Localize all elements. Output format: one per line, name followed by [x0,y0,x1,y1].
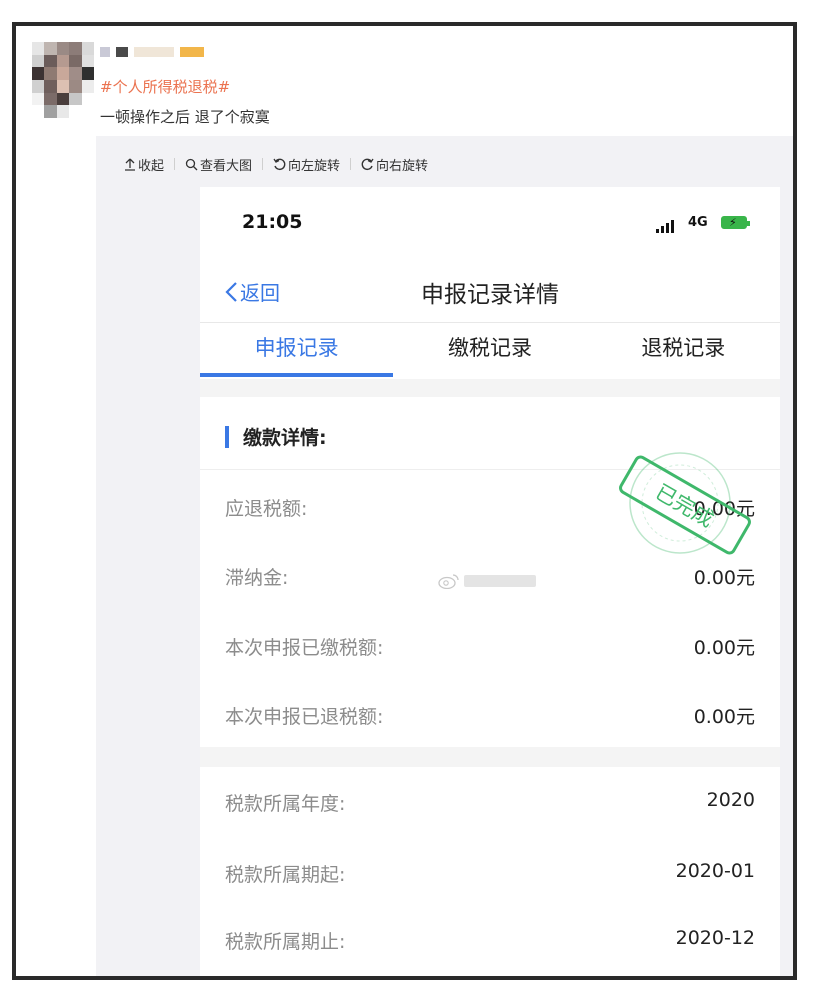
rotate-right-label: 向右旋转 [376,158,429,174]
avatar[interactable] [32,42,94,118]
toolbar-divider [262,158,264,170]
row-label: 滞纳金: [225,567,289,589]
row-label: 税款所属期止: [225,931,346,953]
view-large-label: 查看大图 [200,158,253,174]
battery-charging-icon: ⚡ [721,216,750,229]
weibo-logo-icon [438,574,459,589]
nav-bar: 返回 申报记录详情 [200,257,780,323]
section-accent-bar [225,425,229,448]
row-value: 0.00元 [693,706,755,728]
section-heading: 缴款详情: [225,423,327,450]
toolbar-divider [174,158,176,170]
row-label: 税款所属期起: [225,864,346,886]
payment-details-card: 缴款详情: 应退税额: 0.00元 滞纳金: 0.00元 本次申报已缴税额: 0… [200,397,780,747]
rotate-left-label: 向左旋转 [288,158,341,174]
detail-row: 本次申报已退税额: 0.00元 [225,702,755,729]
detail-row: 应退税额: 0.00元 [225,494,755,521]
view-large-button[interactable]: 查看大图 [185,155,252,174]
row-value: 0.00元 [693,637,755,659]
page-title: 申报记录详情 [421,282,559,308]
image-toolbar: 收起 查看大图 向左旋转 向右旋转 [124,154,428,174]
row-value: 2020-12 [675,927,755,949]
magnifier-icon [185,158,198,170]
screenshot-frame: #个人所得税退税# 一顿操作之后 退了个寂寞 收起 查看大图 向左旋转 向右旋转 [12,22,797,980]
rotate-right-button[interactable]: 向右旋转 [361,155,428,174]
row-value: 2020 [706,789,755,811]
username-blurred[interactable] [100,46,210,58]
row-value: 2020-01 [675,860,755,882]
image-viewer-panel: 收起 查看大图 向左旋转 向右旋转 21:05 4G ⚡ 返回 申报记录详情 申… [96,136,793,976]
rotate-left-button[interactable]: 向左旋转 [273,155,340,174]
rotate-left-icon [273,158,286,170]
post-text: 一顿操作之后 退了个寂寞 [100,108,270,126]
tab-declaration-records[interactable]: 申报记录 [200,323,394,379]
row-value: 0.00元 [693,498,755,520]
signal-bars-icon [656,219,674,233]
rotate-right-icon [361,158,374,170]
tab-tax-payment-records[interactable]: 缴税记录 [393,323,586,379]
detail-row: 本次申报已缴税额: 0.00元 [225,633,755,660]
detail-row: 税款所属期起: 2020-01 [225,860,755,887]
toolbar-divider [350,158,352,170]
status-bar: 21:05 4G ⚡ [200,187,780,257]
section-heading-label: 缴款详情: [243,427,327,449]
tab-tax-refund-records[interactable]: 退税记录 [587,323,780,379]
row-label: 本次申报已缴税额: [225,637,384,659]
phone-screenshot[interactable]: 21:05 4G ⚡ 返回 申报记录详情 申报记录 缴税记录 退税记录 缴款详情… [200,187,780,976]
weibo-watermark [438,573,536,589]
collapse-button[interactable]: 收起 [124,155,164,174]
hashtag-link[interactable]: #个人所得税退税# [100,76,230,97]
tax-period-card: 税款所属年度: 2020 税款所属期起: 2020-01 税款所属期止: 202… [200,767,780,976]
record-tabs: 申报记录 缴税记录 退税记录 [200,323,780,379]
divider [200,469,780,470]
arrow-up-icon [125,158,135,171]
detail-row: 税款所属年度: 2020 [225,789,755,816]
row-label: 应退税额: [225,498,308,520]
row-label: 本次申报已退税额: [225,706,384,728]
row-value: 0.00元 [693,567,755,589]
watermark-username-blurred [464,575,536,587]
network-type: 4G [688,215,708,230]
collapse-label: 收起 [138,158,165,174]
status-time: 21:05 [242,211,303,233]
detail-row: 税款所属期止: 2020-12 [225,927,755,954]
row-label: 税款所属年度: [225,793,346,815]
